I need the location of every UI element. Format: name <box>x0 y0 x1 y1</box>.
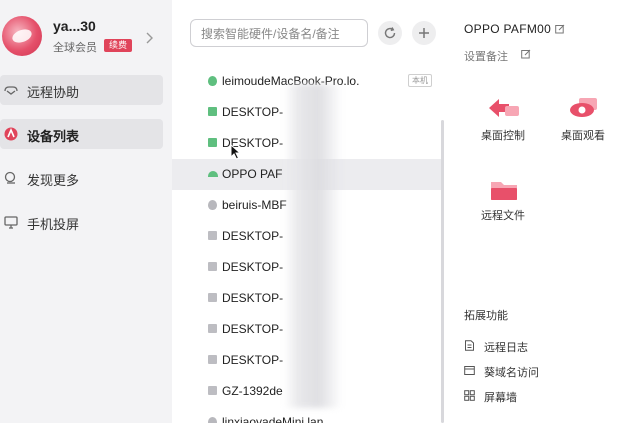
device-detail-panel: OPPO PAFM00 设置备注 桌面控制 桌面观看 远程文件 拓展功能 远程日… <box>444 0 640 423</box>
sidebar-item-screen-cast[interactable]: 手机投屏 <box>0 207 163 237</box>
extensions-title: 拓展功能 <box>464 310 508 322</box>
extension-label: 葵域名访问 <box>484 367 539 379</box>
windows-icon <box>208 324 217 333</box>
sidebar-item-label: 手机投屏 <box>27 217 80 232</box>
device-list-panel: leimoudeMacBook-Pro.lo. 本机 DESKTOP- DESK… <box>172 0 444 423</box>
sidebar-item-label: 设备列表 <box>27 129 80 144</box>
local-device-badge: 本机 <box>408 74 432 87</box>
apple-icon <box>208 200 217 210</box>
apple-icon <box>208 417 217 423</box>
refresh-icon <box>384 27 396 39</box>
refresh-button[interactable] <box>378 21 402 45</box>
device-name: DESKTOP- <box>222 322 284 336</box>
device-name: GZ-1392de <box>222 384 283 398</box>
desktop-control-button[interactable]: 桌面控制 <box>465 96 541 166</box>
username: ya...30 <box>53 18 96 34</box>
screen-cast-icon <box>4 216 18 229</box>
windows-icon <box>208 386 217 395</box>
extension-label: 屏幕墙 <box>484 392 517 404</box>
chevron-right-icon[interactable] <box>144 32 154 44</box>
screen-wall-icon <box>464 390 475 401</box>
apple-icon <box>208 76 217 86</box>
list-item[interactable]: linxiaoyadeMini.lan <box>172 407 444 423</box>
screen-wall-link[interactable]: 屏幕墙 <box>464 387 614 405</box>
add-device-button[interactable] <box>412 21 436 45</box>
renew-badge[interactable]: 续费 <box>104 39 133 52</box>
search-box[interactable] <box>190 19 368 47</box>
desktop-view-button[interactable]: 桌面观看 <box>545 96 621 166</box>
search-input[interactable] <box>201 25 361 42</box>
remark-link[interactable]: 设置备注 <box>464 48 508 64</box>
action-label: 远程文件 <box>481 210 525 222</box>
windows-icon <box>208 138 217 147</box>
windows-icon <box>208 262 217 271</box>
windows-icon <box>208 293 217 302</box>
sidebar-item-remote-assist[interactable]: 远程协助 <box>0 75 163 105</box>
remote-assist-icon <box>4 86 18 95</box>
device-name: beiruis-MBF <box>222 198 287 212</box>
remote-log-link[interactable]: 远程日志 <box>464 337 614 355</box>
device-title: OPPO PAFM00 <box>464 22 552 36</box>
edit-name-icon[interactable] <box>555 24 565 34</box>
extension-label: 远程日志 <box>484 342 528 354</box>
desktop-view-icon <box>570 98 597 117</box>
windows-icon <box>208 107 217 116</box>
discover-icon <box>4 171 16 184</box>
redaction-blur <box>284 84 342 408</box>
remote-file-button[interactable]: 远程文件 <box>465 176 541 246</box>
windows-icon <box>208 231 217 240</box>
sidebar: ya...30 全球会员 续费 远程协助 设备列表 发现更多 手机投屏 <box>0 0 172 423</box>
user-profile[interactable]: ya...30 全球会员 续费 <box>0 10 172 60</box>
domain-access-link[interactable]: 葵域名访问 <box>464 362 614 380</box>
device-name: DESKTOP- <box>222 229 284 243</box>
device-name: DESKTOP- <box>222 105 284 119</box>
edit-remark-icon[interactable] <box>521 49 531 59</box>
device-name: DESKTOP- <box>222 291 284 305</box>
device-name: DESKTOP- <box>222 260 284 274</box>
domain-icon <box>464 366 475 375</box>
mouse-cursor-icon <box>230 144 242 160</box>
log-icon <box>465 340 474 351</box>
membership-label: 全球会员 <box>53 42 97 54</box>
device-name: OPPO PAF <box>222 167 283 181</box>
sidebar-item-label: 发现更多 <box>27 173 80 188</box>
sidebar-item-discover[interactable]: 发现更多 <box>0 163 163 193</box>
sidebar-item-device-list[interactable]: 设备列表 <box>0 119 163 149</box>
remote-file-icon <box>491 182 517 200</box>
android-icon <box>208 171 218 177</box>
device-list-icon <box>4 127 18 141</box>
device-name: DESKTOP- <box>222 353 284 367</box>
sidebar-item-label: 远程协助 <box>27 85 80 100</box>
device-name: linxiaoyadeMini.lan <box>222 415 324 423</box>
desktop-control-icon <box>489 99 519 117</box>
action-label: 桌面控制 <box>481 130 525 142</box>
windows-icon <box>208 355 217 364</box>
plus-icon <box>419 28 429 38</box>
action-label: 桌面观看 <box>561 130 605 142</box>
avatar[interactable] <box>2 16 42 56</box>
